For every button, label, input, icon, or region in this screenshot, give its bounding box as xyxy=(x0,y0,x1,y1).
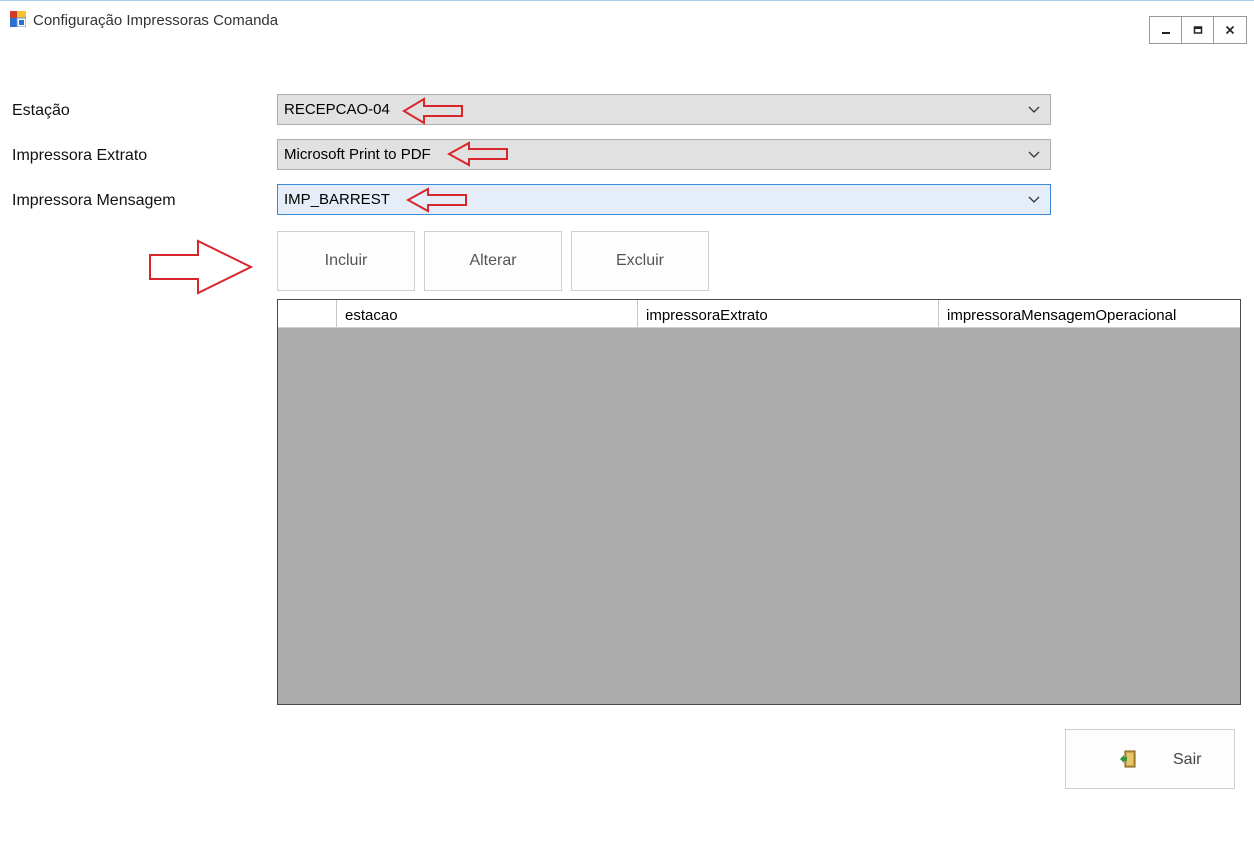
chevron-down-icon[interactable] xyxy=(1028,151,1040,159)
estacao-value: RECEPCAO-04 xyxy=(284,101,390,118)
maximize-icon[interactable] xyxy=(1182,17,1214,43)
sair-button[interactable]: Sair xyxy=(1065,729,1235,789)
annotation-arrow-left-icon xyxy=(402,97,463,125)
row-header-corner xyxy=(278,300,336,327)
incluir-button[interactable]: Incluir xyxy=(277,231,415,291)
exit-door-icon xyxy=(1120,750,1136,768)
annotation-arrow-left-icon xyxy=(447,141,508,167)
impressora-mensagem-value: IMP_BARREST xyxy=(284,191,390,208)
impressora-mensagem-combobox[interactable]: IMP_BARREST xyxy=(277,184,1051,215)
window-controls xyxy=(1149,16,1247,44)
annotation-arrow-left-icon xyxy=(406,187,467,213)
close-icon[interactable] xyxy=(1214,17,1246,43)
alterar-button[interactable]: Alterar xyxy=(424,231,562,291)
chevron-down-icon[interactable] xyxy=(1028,106,1040,114)
main-window: Configuração Impressoras Comanda Estação… xyxy=(0,0,1254,849)
impressora-extrato-label: Impressora Extrato xyxy=(12,147,148,164)
impressora-mensagem-label: Impressora Mensagem xyxy=(12,192,176,209)
column-header-estacao[interactable]: estacao xyxy=(336,300,637,327)
impressora-extrato-combobox[interactable]: Microsoft Print to PDF xyxy=(277,139,1051,170)
impressora-extrato-value: Microsoft Print to PDF xyxy=(284,146,431,163)
column-header-impressora-mensagem-operacional[interactable]: impressoraMensagemOperacional xyxy=(938,300,1240,327)
grid-header: estacao impressoraExtrato impressoraMens… xyxy=(278,300,1240,328)
app-icon xyxy=(10,11,26,27)
excluir-button[interactable]: Excluir xyxy=(571,231,709,291)
sair-label: Sair xyxy=(1173,751,1202,768)
printers-grid[interactable]: estacao impressoraExtrato impressoraMens… xyxy=(277,299,1241,705)
chevron-down-icon[interactable] xyxy=(1028,196,1040,204)
window-title: Configuração Impressoras Comanda xyxy=(33,12,279,29)
estacao-combobox[interactable]: RECEPCAO-04 xyxy=(277,94,1051,125)
column-header-impressora-extrato[interactable]: impressoraExtrato xyxy=(637,300,938,327)
annotation-arrow-right-icon xyxy=(149,239,254,295)
minimize-icon[interactable] xyxy=(1150,17,1182,43)
estacao-label: Estação xyxy=(12,102,70,119)
